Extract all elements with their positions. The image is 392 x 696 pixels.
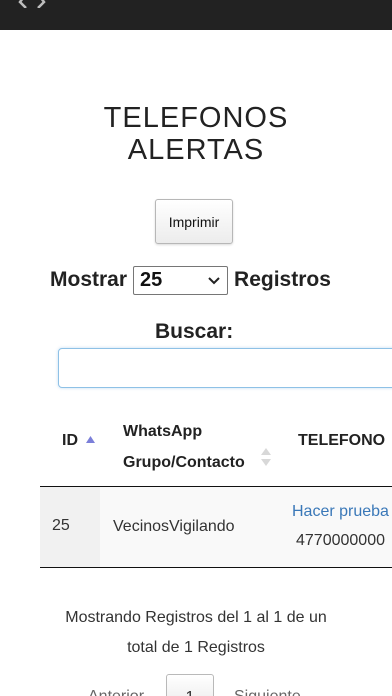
page-title-line2: ALERTAS bbox=[127, 134, 265, 166]
print-button[interactable]: Imprimir bbox=[155, 199, 233, 244]
table-header: ID WhatsApp Grupo/Contacto TELEFONO bbox=[40, 400, 392, 487]
length-prefix-label: Mostrar bbox=[50, 268, 128, 291]
search-input[interactable] bbox=[58, 348, 392, 388]
column-header-telefono[interactable]: TELEFONO bbox=[298, 432, 385, 450]
page-title: TELEFONOS ALERTAS bbox=[0, 102, 392, 166]
records-per-page-value: 25 bbox=[140, 268, 163, 291]
page: TELEFONOS ALERTAS Imprimir Mostrar 25 Re… bbox=[0, 0, 392, 696]
phones-table: ID WhatsApp Grupo/Contacto TELEFONO 25 V… bbox=[40, 400, 392, 568]
table-info-line1: Mostrando Registros del 1 al 1 de un bbox=[65, 609, 327, 626]
column-header-whatsapp[interactable]: WhatsApp Grupo/Contacto bbox=[123, 416, 271, 478]
test-link[interactable]: Hacer prueba bbox=[292, 503, 389, 521]
next-page-button[interactable]: Siguiente bbox=[234, 688, 301, 696]
cell-telefono: Hacer prueba 4770000000 bbox=[290, 487, 392, 567]
sort-ascending-icon bbox=[86, 436, 95, 443]
column-header-whatsapp-line2: Grupo/Contacto bbox=[123, 454, 245, 471]
pagination: Anterior 1 Siguiente bbox=[0, 672, 392, 696]
phone-number: 4770000000 bbox=[296, 532, 385, 549]
cell-contact: VecinosVigilando bbox=[100, 487, 290, 567]
sort-both-icon bbox=[261, 448, 271, 466]
table-row: 25 VecinosVigilando Hacer prueba 4770000… bbox=[40, 487, 392, 568]
cell-id-value: 25 bbox=[52, 517, 70, 534]
search-label: Buscar: bbox=[155, 320, 234, 343]
records-per-page-select[interactable]: 25 bbox=[133, 265, 229, 295]
previous-page-button[interactable]: Anterior bbox=[88, 688, 144, 696]
cell-id: 25 bbox=[40, 487, 100, 567]
records-length-control: Mostrar 25 Registros bbox=[50, 265, 331, 295]
back-arrow-icon[interactable] bbox=[18, 0, 48, 8]
length-suffix-label: Registros bbox=[234, 268, 331, 291]
top-bar bbox=[0, 0, 392, 30]
cell-contact-value: VecinosVigilando bbox=[113, 518, 235, 535]
page-button-current[interactable]: 1 bbox=[166, 674, 214, 696]
column-header-whatsapp-line1: WhatsApp bbox=[123, 423, 203, 440]
table-body: 25 VecinosVigilando Hacer prueba 4770000… bbox=[40, 487, 392, 568]
table-info-line2: total de 1 Registros bbox=[127, 639, 265, 656]
table-info: Mostrando Registros del 1 al 1 de un tot… bbox=[0, 603, 392, 663]
column-header-telefono-label: TELEFONO bbox=[298, 432, 386, 449]
column-header-id-label: ID bbox=[62, 432, 78, 449]
column-header-id[interactable]: ID bbox=[62, 432, 95, 450]
chevron-down-icon bbox=[208, 277, 220, 285]
page-title-line1: TELEFONOS bbox=[103, 102, 289, 134]
